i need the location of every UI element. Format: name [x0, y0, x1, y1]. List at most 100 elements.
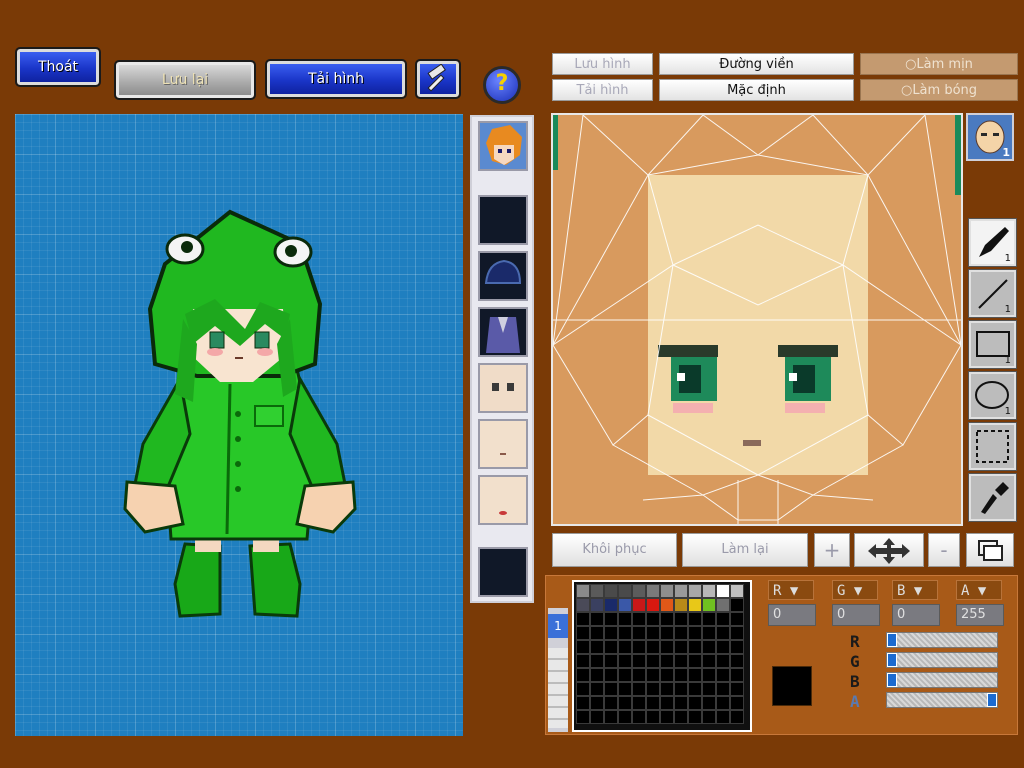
palette-cell[interactable]: [632, 598, 646, 612]
part-slot-face-2[interactable]: [478, 419, 528, 469]
layer-tab-1[interactable]: 1: [548, 614, 568, 638]
palette-cell[interactable]: [716, 668, 730, 682]
palette-cell[interactable]: [730, 626, 744, 640]
palette-cell[interactable]: [576, 696, 590, 710]
palette-cell[interactable]: [730, 654, 744, 668]
palette-cell[interactable]: [730, 668, 744, 682]
palette-cell[interactable]: [590, 710, 604, 724]
palette-cell[interactable]: [604, 640, 618, 654]
channel-g-dropdown[interactable]: G ▼: [832, 580, 878, 600]
palette-cell[interactable]: [604, 612, 618, 626]
part-slot-empty-2[interactable]: [478, 547, 528, 597]
palette-cell[interactable]: [646, 640, 660, 654]
palette-cell[interactable]: [632, 710, 646, 724]
palette-cell[interactable]: [576, 640, 590, 654]
palette-cell[interactable]: [590, 682, 604, 696]
palette-cell[interactable]: [590, 654, 604, 668]
radio-shadow[interactable]: ○Làm bóng: [860, 79, 1018, 101]
palette-cell[interactable]: [576, 584, 590, 598]
slider-r[interactable]: [886, 632, 998, 648]
palette-cell[interactable]: [590, 612, 604, 626]
palette-cell[interactable]: [646, 598, 660, 612]
palette-cell[interactable]: [590, 584, 604, 598]
palette-cell[interactable]: [604, 682, 618, 696]
palette-cell[interactable]: [604, 710, 618, 724]
channel-a-input[interactable]: 255: [956, 604, 1004, 626]
tab-default[interactable]: Mặc định: [659, 79, 854, 101]
tab-load-image[interactable]: Tải hình: [552, 79, 653, 101]
tool-brush[interactable]: 1: [968, 218, 1017, 267]
save-button[interactable]: Lưu lại: [114, 60, 256, 100]
palette-cell[interactable]: [632, 654, 646, 668]
slider-thumb[interactable]: [987, 693, 997, 707]
palette-cell[interactable]: [618, 696, 632, 710]
channel-g-input[interactable]: 0: [832, 604, 880, 626]
palette-cell[interactable]: [618, 668, 632, 682]
slider-b[interactable]: [886, 672, 998, 688]
palette-cell[interactable]: [660, 696, 674, 710]
palette-cell[interactable]: [618, 640, 632, 654]
palette-cell[interactable]: [674, 696, 688, 710]
palette-cell[interactable]: [604, 584, 618, 598]
palette-cell[interactable]: [702, 682, 716, 696]
palette-cell[interactable]: [632, 640, 646, 654]
palette-cell[interactable]: [604, 696, 618, 710]
palette-cell[interactable]: [660, 640, 674, 654]
slider-thumb[interactable]: [887, 673, 897, 687]
palette-cell[interactable]: [660, 668, 674, 682]
palette-cell[interactable]: [730, 584, 744, 598]
palette-cell[interactable]: [618, 710, 632, 724]
palette-cell[interactable]: [632, 682, 646, 696]
palette-cell[interactable]: [618, 584, 632, 598]
palette-cell[interactable]: [730, 598, 744, 612]
palette-cell[interactable]: [702, 654, 716, 668]
redo-button[interactable]: Làm lại: [682, 533, 808, 567]
palette-cell[interactable]: [688, 584, 702, 598]
palette-cell[interactable]: [604, 598, 618, 612]
palette-cell[interactable]: [660, 682, 674, 696]
palette-cell[interactable]: [688, 612, 702, 626]
palette-cell[interactable]: [590, 598, 604, 612]
palette-cell[interactable]: [674, 668, 688, 682]
palette-cell[interactable]: [688, 682, 702, 696]
palette-cell[interactable]: [716, 612, 730, 626]
palette-cell[interactable]: [716, 598, 730, 612]
palette-cell[interactable]: [688, 710, 702, 724]
palette-cell[interactable]: [632, 612, 646, 626]
part-slot-hat[interactable]: [478, 251, 528, 301]
tab-save-image[interactable]: Lưu hình: [552, 53, 653, 75]
palette-cell[interactable]: [604, 668, 618, 682]
palette-cell[interactable]: [632, 584, 646, 598]
palette-cell[interactable]: [660, 612, 674, 626]
palette-cell[interactable]: [618, 598, 632, 612]
palette-cell[interactable]: [576, 668, 590, 682]
zoom-in-button[interactable]: +: [814, 533, 850, 567]
palette-cell[interactable]: [660, 710, 674, 724]
palette-cell[interactable]: [716, 710, 730, 724]
palette-cell[interactable]: [632, 696, 646, 710]
palette-cell[interactable]: [632, 626, 646, 640]
palette-cell[interactable]: [730, 612, 744, 626]
part-slot-empty-1[interactable]: [478, 195, 528, 245]
part-slot-face-3[interactable]: [478, 475, 528, 525]
palette-cell[interactable]: [646, 654, 660, 668]
palette-cell[interactable]: [674, 640, 688, 654]
slider-g[interactable]: [886, 652, 998, 668]
palette-cell[interactable]: [688, 626, 702, 640]
palette-cell[interactable]: [646, 612, 660, 626]
layers-button[interactable]: [966, 533, 1014, 567]
radio-smooth[interactable]: ○Làm mịn: [860, 53, 1018, 75]
palette-cell[interactable]: [674, 612, 688, 626]
palette-cell[interactable]: [674, 626, 688, 640]
palette-cell[interactable]: [730, 682, 744, 696]
palette-cell[interactable]: [646, 584, 660, 598]
palette-cell[interactable]: [660, 598, 674, 612]
palette-cell[interactable]: [730, 696, 744, 710]
palette-cell[interactable]: [688, 668, 702, 682]
part-slot-outfit[interactable]: [478, 307, 528, 357]
hammer-button[interactable]: [415, 59, 461, 99]
palette-cell[interactable]: [576, 612, 590, 626]
part-slot-head[interactable]: [478, 121, 528, 171]
palette-cell[interactable]: [618, 626, 632, 640]
palette-cell[interactable]: [590, 640, 604, 654]
